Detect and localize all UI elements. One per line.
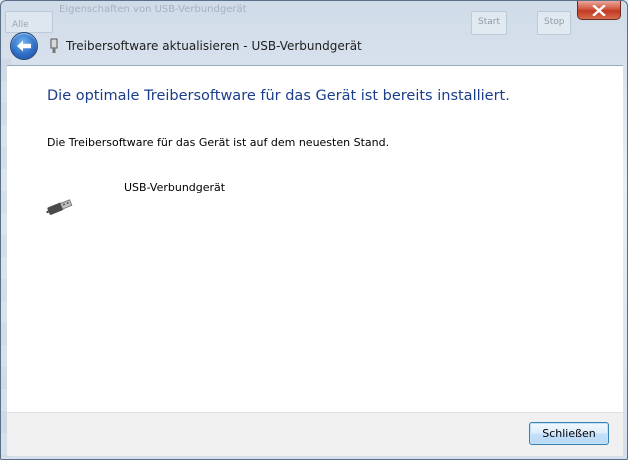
close-button[interactable]: Schließen (529, 422, 609, 445)
usb-plug-icon (46, 199, 73, 215)
device-name: USB-Verbundgerät (124, 181, 226, 194)
update-driver-window: Alle Eigenschaften von USB-Verbundgerät … (0, 0, 628, 460)
wizard-header: Treibersoftware aktualisieren - USB-Verb… (7, 29, 623, 63)
close-x-icon (592, 4, 606, 16)
status-text: Die Treibersoftware für das Gerät ist au… (47, 136, 390, 149)
back-arrow-icon (17, 40, 31, 52)
usb-device-icon (50, 38, 58, 53)
background-window-title: Eigenschaften von USB-Verbundgerät (59, 4, 247, 15)
dialog-footer: Schließen (7, 412, 623, 456)
window-title: Treibersoftware aktualisieren - USB-Verb… (66, 39, 362, 53)
content-panel: Die optimale Treibersoftware für das Ger… (7, 65, 623, 413)
close-window-button[interactable] (577, 1, 621, 20)
back-button[interactable] (10, 32, 38, 60)
main-heading: Die optimale Treibersoftware für das Ger… (47, 88, 510, 104)
